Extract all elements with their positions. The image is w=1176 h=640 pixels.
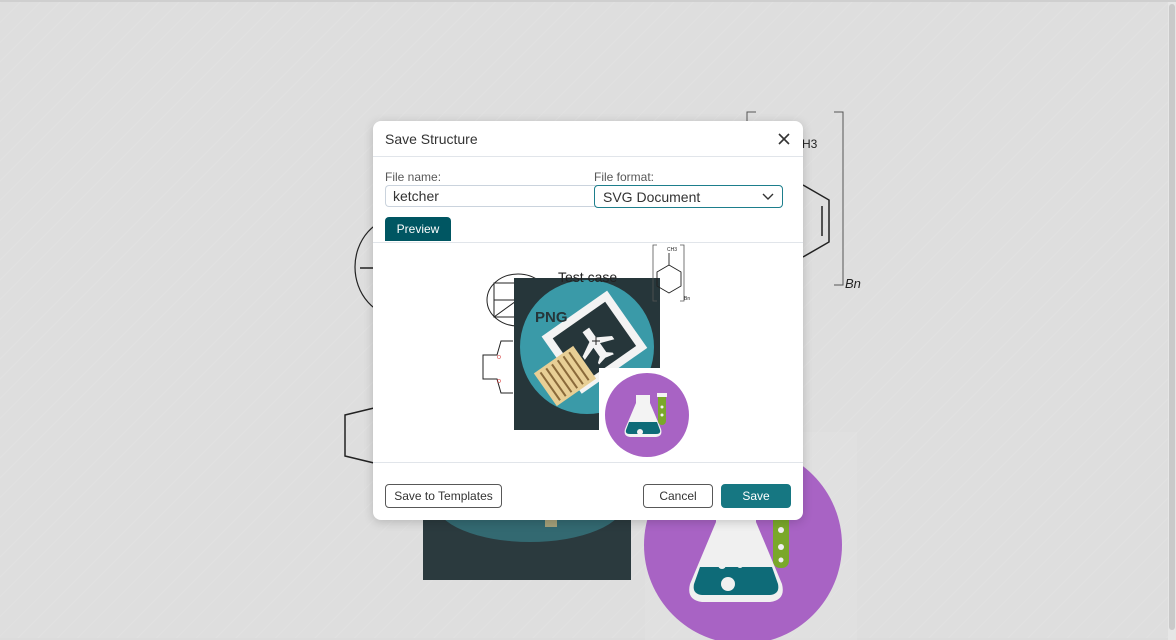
filename-label: File name: — [385, 170, 442, 184]
svg-text:H3: H3 — [802, 137, 818, 151]
save-button[interactable]: Save — [721, 484, 791, 508]
svg-text:O: O — [497, 355, 501, 361]
dialog-header: Save Structure — [373, 121, 803, 157]
svg-text:O: O — [497, 379, 501, 385]
preview-image: O O O O — [482, 244, 690, 458]
scrollbar-thumb[interactable] — [1169, 4, 1175, 630]
bg-bn-label: Bn — [845, 276, 861, 291]
close-icon[interactable] — [775, 130, 793, 148]
filename-input[interactable] — [385, 185, 597, 207]
tab-preview[interactable]: Preview — [385, 217, 451, 241]
save-to-templates-button[interactable]: Save to Templates — [385, 484, 502, 508]
bg-hexagon — [344, 407, 375, 464]
preview-png-label: PNG — [535, 309, 568, 326]
cancel-button[interactable]: Cancel — [643, 484, 713, 508]
preview-area: O O O O — [373, 242, 803, 463]
save-structure-dialog: Save Structure File name: File format: S… — [373, 121, 803, 520]
vertical-scrollbar[interactable] — [1168, 2, 1176, 640]
preview-bn-label: Bn — [684, 296, 690, 302]
file-format-select[interactable]: SVG Document — [594, 185, 783, 208]
file-format-label: File format: — [594, 170, 655, 184]
preview-test-case-text: Test case — [558, 269, 617, 285]
preview-ch3-label: CH3 — [667, 247, 677, 253]
chevron-down-icon — [762, 193, 774, 200]
dialog-title: Save Structure — [385, 131, 478, 147]
file-format-value: SVG Document — [603, 189, 701, 205]
